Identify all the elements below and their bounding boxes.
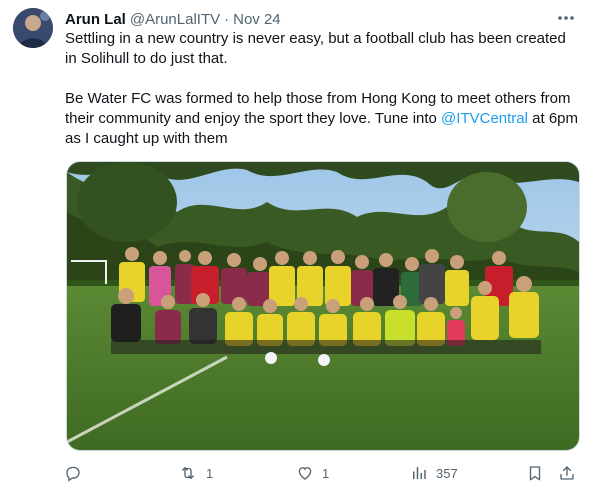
tweet-date[interactable]: Nov 24	[233, 11, 281, 28]
share-button[interactable]	[558, 460, 576, 486]
like-button[interactable]: 1	[296, 460, 329, 486]
bookmark-button[interactable]	[526, 460, 544, 486]
views-button[interactable]: 357	[410, 460, 458, 486]
heart-icon	[296, 464, 314, 482]
tweet-paragraph-2: Be Water FC was formed to help those fro…	[65, 89, 580, 149]
mention-link[interactable]: @ITVCentral	[441, 110, 528, 127]
views-chart-icon	[410, 464, 428, 482]
action-bar: 1 1 357	[60, 460, 585, 486]
share-icon	[558, 464, 576, 482]
avatar[interactable]	[13, 8, 53, 48]
author-handle[interactable]: @ArunLalITV	[130, 11, 220, 28]
more-horizontal-icon[interactable]	[556, 10, 576, 26]
tweet-photo[interactable]	[66, 161, 580, 451]
reply-button[interactable]	[64, 460, 90, 486]
bookmark-icon	[526, 464, 544, 482]
like-count: 1	[322, 465, 330, 481]
retweet-icon	[178, 464, 198, 482]
tweet-paragraph-1: Settling in a new country is never easy,…	[65, 30, 566, 67]
views-count: 357	[436, 465, 458, 481]
retweet-button[interactable]: 1	[178, 460, 213, 486]
tweet: Arun Lal @ArunLalITV · Nov 24 Settling i…	[0, 0, 594, 493]
author-name[interactable]: Arun Lal	[65, 11, 126, 28]
retweet-count: 1	[206, 465, 214, 481]
tweet-header: Arun Lal @ArunLalITV · Nov 24	[65, 9, 281, 29]
separator-dot: ·	[224, 10, 230, 28]
reply-icon	[64, 464, 82, 482]
tweet-text: Settling in a new country is never easy,…	[65, 29, 580, 149]
